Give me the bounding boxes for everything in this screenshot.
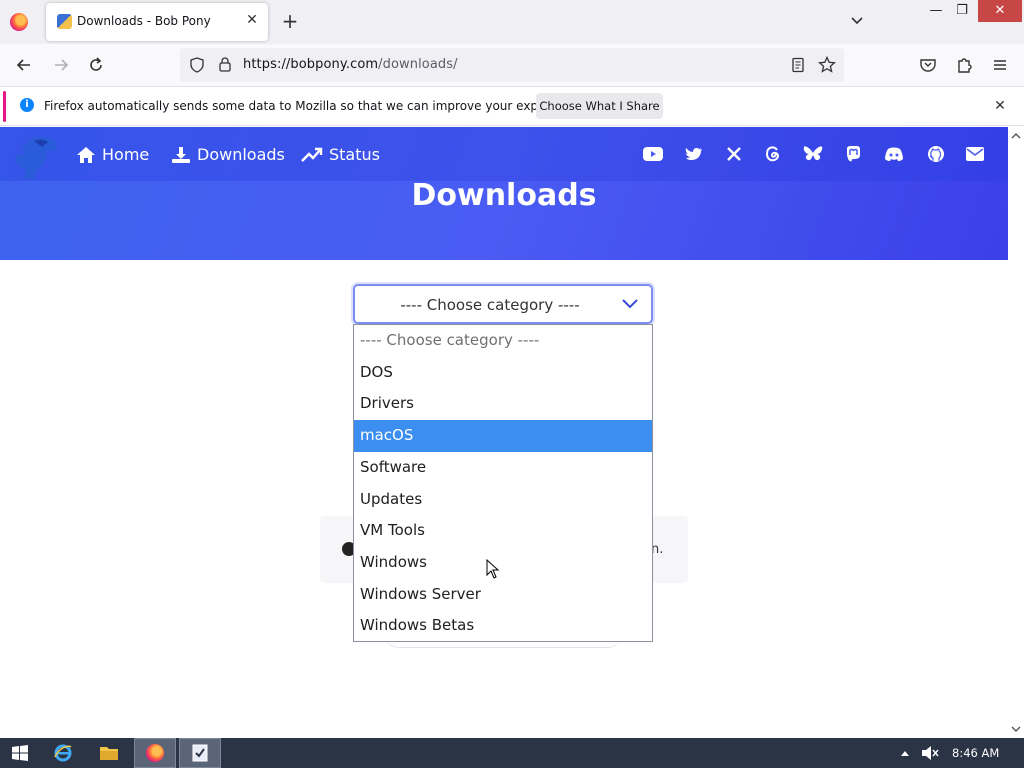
url-bar[interactable]: https://bobpony.com/downloads/ <box>180 48 844 82</box>
bob-pony-logo[interactable] <box>12 133 62 181</box>
internet-explorer-icon <box>54 744 72 762</box>
star-icon[interactable] <box>818 56 836 74</box>
task-app-taskbar-item[interactable] <box>179 738 221 768</box>
nav-bar: https://bobpony.com/downloads/ <box>0 44 1024 86</box>
taskbar: 8:46 AM <box>0 738 1024 768</box>
info-icon: i <box>20 98 34 112</box>
data-collection-notification: i Firefox automatically sends some data … <box>0 86 1024 126</box>
folder-icon <box>100 747 118 760</box>
tab-close-icon[interactable]: ✕ <box>244 12 260 28</box>
category-option[interactable]: Drivers <box>354 388 652 420</box>
choose-what-i-share-button[interactable]: Choose What I Share <box>536 93 663 119</box>
x-icon[interactable] <box>724 144 744 164</box>
mouse-cursor-icon <box>486 559 500 579</box>
home-icon <box>77 146 95 163</box>
category-select[interactable]: ---- Choose category ---- <box>353 284 653 324</box>
reload-button[interactable] <box>83 53 109 77</box>
twitter-icon[interactable] <box>684 144 704 164</box>
menu-button[interactable] <box>987 53 1013 77</box>
category-option-highlighted[interactable]: macOS <box>354 420 652 452</box>
checklist-app-icon <box>192 744 208 762</box>
discord-icon[interactable] <box>884 144 904 164</box>
tab-strip: Downloads - Bob Pony ✕ + — ❐ ✕ <box>0 0 1024 44</box>
page-scrollbar[interactable] <box>1008 127 1024 738</box>
arrow-right-icon <box>55 59 69 71</box>
taskbar-clock[interactable]: 8:46 AM <box>952 746 999 760</box>
forward-button[interactable] <box>48 53 74 77</box>
category-select-value: ---- Choose category ---- <box>400 296 580 314</box>
volume-muted-icon[interactable] <box>920 745 940 761</box>
puzzle-piece-icon <box>958 58 972 73</box>
firefox-taskbar-item[interactable] <box>134 738 176 768</box>
category-option[interactable]: Windows <box>354 547 652 579</box>
scroll-up-arrow-icon[interactable] <box>1011 131 1021 141</box>
category-option[interactable]: Windows Betas <box>354 610 652 642</box>
reader-view-icon[interactable] <box>790 57 806 73</box>
youtube-icon[interactable] <box>643 144 663 164</box>
hero-banner: Home Downloads Status Downloads <box>0 127 1008 260</box>
site-nav-downloads[interactable]: Downloads <box>171 145 285 164</box>
internet-explorer-taskbar-item[interactable] <box>42 738 84 768</box>
site-nav-status[interactable]: Status <box>301 145 380 164</box>
bluesky-icon[interactable] <box>803 144 823 164</box>
hamburger-menu-icon <box>994 60 1006 70</box>
notification-text: Firefox automatically sends some data to… <box>44 99 587 113</box>
arrow-left-icon <box>16 59 30 71</box>
github-icon[interactable] <box>926 144 946 164</box>
chevron-down-icon <box>622 299 638 309</box>
close-window-button[interactable]: ✕ <box>978 0 1022 22</box>
trending-up-icon <box>301 147 323 162</box>
download-icon <box>172 146 190 163</box>
notification-accent <box>3 91 6 122</box>
category-dropdown-list: ---- Choose category ---- DOS Drivers ma… <box>353 324 653 642</box>
category-option[interactable]: VM Tools <box>354 515 652 547</box>
category-option[interactable]: Windows Server <box>354 579 652 611</box>
category-option[interactable]: Software <box>354 452 652 484</box>
site-nav-home[interactable]: Home <box>76 145 149 164</box>
category-option[interactable]: DOS <box>354 357 652 389</box>
mastodon-icon[interactable] <box>843 144 863 164</box>
page-title: Downloads <box>411 178 597 213</box>
email-icon[interactable] <box>965 144 985 164</box>
close-notification-icon[interactable]: ✕ <box>991 97 1009 115</box>
windows-logo-icon <box>12 745 28 761</box>
pocket-icon <box>920 59 936 72</box>
url-text[interactable]: https://bobpony.com/downloads/ <box>243 57 458 72</box>
site-nav-downloads-label: Downloads <box>197 145 285 164</box>
extensions-button[interactable] <box>951 53 977 77</box>
chevron-down-icon <box>851 17 863 25</box>
list-all-tabs-button[interactable] <box>846 10 868 32</box>
scroll-down-arrow-icon[interactable] <box>1011 724 1021 734</box>
restore-button[interactable]: ❐ <box>947 0 977 22</box>
site-nav-home-label: Home <box>102 145 150 164</box>
new-tab-button[interactable]: + <box>279 10 301 32</box>
start-button[interactable] <box>0 738 40 768</box>
firefox-icon <box>146 744 164 762</box>
url-path: /downloads/ <box>378 57 458 72</box>
firefox-icon[interactable] <box>10 13 28 31</box>
pocket-button[interactable] <box>915 53 941 77</box>
site-favicon-icon <box>57 14 72 29</box>
tray-overflow-icon[interactable] <box>900 749 910 757</box>
reload-icon <box>90 57 102 71</box>
url-host: https://bobpony.com <box>243 57 379 72</box>
lock-icon[interactable] <box>218 56 232 73</box>
site-nav-status-label: Status <box>329 145 380 164</box>
shield-icon[interactable] <box>189 57 205 73</box>
threads-icon[interactable] <box>763 144 783 164</box>
web-page: Home Downloads Status Downloads n. ---- … <box>0 127 1008 738</box>
category-option[interactable]: Updates <box>354 484 652 516</box>
tab-title: Downloads - Bob Pony <box>77 14 211 28</box>
category-option[interactable]: ---- Choose category ---- <box>354 325 652 357</box>
tab-downloads[interactable]: Downloads - Bob Pony ✕ <box>46 3 268 41</box>
file-explorer-taskbar-item[interactable] <box>88 738 130 768</box>
back-button[interactable] <box>11 53 37 77</box>
